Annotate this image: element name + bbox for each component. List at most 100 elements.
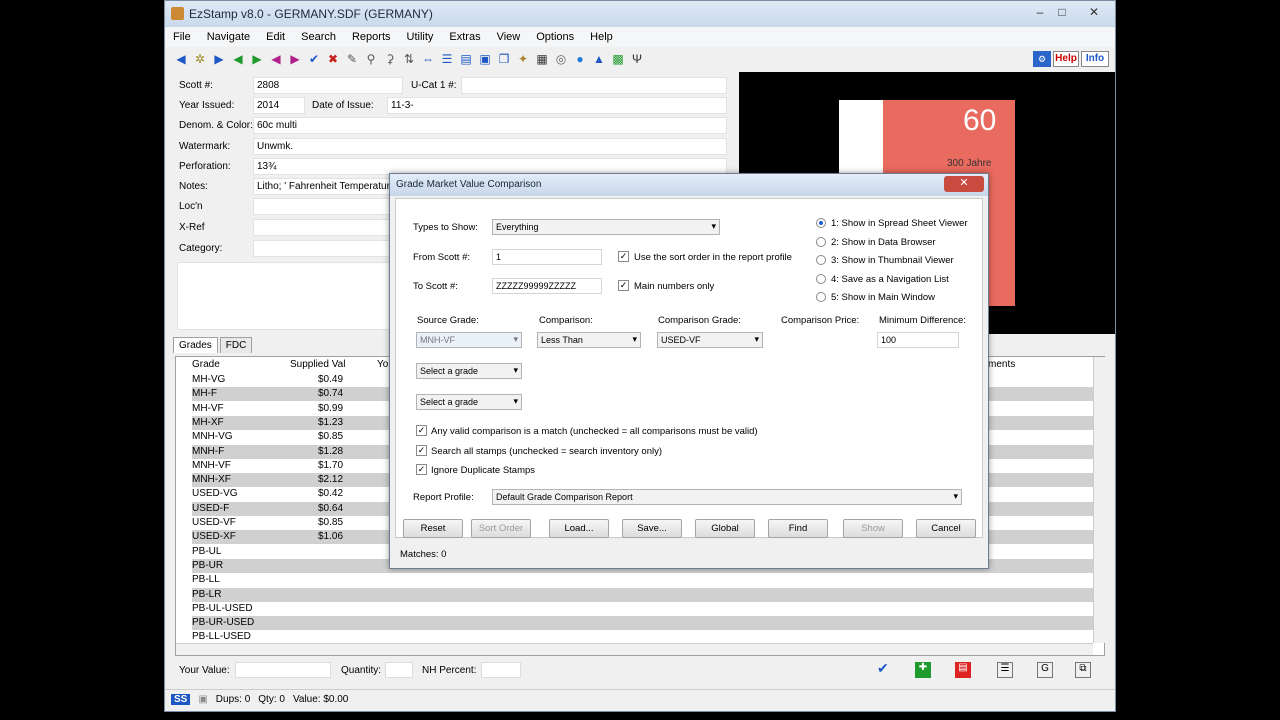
- fork-icon[interactable]: Ψ: [629, 51, 645, 67]
- reset-button[interactable]: Reset: [403, 519, 463, 538]
- scott-field[interactable]: 2808: [253, 77, 403, 94]
- lock-icon[interactable]: ▣: [198, 694, 207, 705]
- menu-options[interactable]: Options: [528, 31, 582, 43]
- menu-view[interactable]: View: [489, 31, 529, 43]
- prev-green-icon[interactable]: ◀: [230, 51, 246, 67]
- search-all-checkbox[interactable]: ✓: [416, 445, 427, 456]
- forward-arrow-icon[interactable]: ▶: [211, 51, 227, 67]
- g-icon[interactable]: G: [1037, 662, 1053, 678]
- vertical-scrollbar[interactable]: [1093, 357, 1105, 643]
- quantity-field[interactable]: [385, 662, 413, 678]
- sort-order-checkbox[interactable]: ✓: [618, 251, 629, 262]
- any-valid-checkbox[interactable]: ✓: [416, 425, 427, 436]
- image-icon[interactable]: ▣: [477, 51, 493, 67]
- table-row[interactable]: PB-UR-USED: [192, 616, 1100, 631]
- filter-x-icon[interactable]: ⚳: [382, 51, 398, 67]
- year-field[interactable]: 2014: [253, 97, 305, 114]
- find-button[interactable]: Find: [768, 519, 828, 538]
- copy-icon[interactable]: ❐: [496, 51, 512, 67]
- menu-utility[interactable]: Utility: [399, 31, 442, 43]
- your-value-field[interactable]: [235, 662, 331, 678]
- window-icon[interactable]: ⧉: [1075, 662, 1091, 678]
- gear-icon[interactable]: ✲: [192, 51, 208, 67]
- filter-icon[interactable]: ⚲: [363, 51, 379, 67]
- globe-icon[interactable]: ◎: [553, 51, 569, 67]
- close-button[interactable]: ✕: [1083, 5, 1105, 21]
- save-button[interactable]: Save...: [622, 519, 682, 538]
- nh-field[interactable]: [481, 662, 521, 678]
- horizontal-scrollbar[interactable]: [176, 643, 1093, 655]
- next-purple-icon[interactable]: ▶: [287, 51, 303, 67]
- menu-edit[interactable]: Edit: [258, 31, 293, 43]
- settings-icon[interactable]: ⚙: [1033, 51, 1051, 67]
- minimize-button[interactable]: –: [1029, 5, 1051, 21]
- next-green-icon[interactable]: ▶: [249, 51, 265, 67]
- col-comments[interactable]: ments: [988, 359, 1015, 370]
- dialog-close-button[interactable]: ✕: [944, 176, 984, 192]
- ucat-field[interactable]: [461, 77, 727, 94]
- excel-icon[interactable]: ✚: [915, 662, 931, 678]
- col-grade[interactable]: Grade: [192, 359, 220, 370]
- pdf-icon[interactable]: ▤: [955, 662, 971, 678]
- table-row[interactable]: PB-LR: [192, 587, 1100, 602]
- maximize-button[interactable]: □: [1051, 5, 1073, 21]
- link-icon[interactable]: ⇔: [420, 51, 436, 67]
- comparison-grade-select[interactable]: USED-VF: [657, 332, 763, 348]
- report-profile-select[interactable]: Default Grade Comparison Report: [492, 489, 962, 505]
- menu-extras[interactable]: Extras: [441, 31, 488, 43]
- stamp-icon[interactable]: ✦: [515, 51, 531, 67]
- doi-field[interactable]: 11-3-: [387, 97, 727, 114]
- list-view-icon[interactable]: ☰: [997, 662, 1013, 678]
- menu-search[interactable]: Search: [293, 31, 344, 43]
- ss-icon[interactable]: SS: [171, 694, 191, 705]
- menu-file[interactable]: File: [165, 31, 199, 43]
- source-grade-select[interactable]: MNH-VF: [416, 332, 522, 348]
- comparison-select[interactable]: Less Than: [537, 332, 641, 348]
- col-your-value[interactable]: Yo: [377, 359, 388, 370]
- sort-order-button[interactable]: Sort Order: [471, 519, 531, 538]
- drop-icon[interactable]: ●: [572, 51, 588, 67]
- help-button[interactable]: Help: [1053, 51, 1079, 67]
- menu-help[interactable]: Help: [582, 31, 621, 43]
- radio-thumbnail[interactable]: [816, 255, 826, 265]
- denom-field[interactable]: 60c multi: [253, 117, 727, 134]
- main-numbers-checkbox[interactable]: ✓: [618, 280, 629, 291]
- cancel-button[interactable]: Cancel: [916, 519, 976, 538]
- info-button[interactable]: Info: [1081, 51, 1109, 67]
- report-icon[interactable]: ▤: [458, 51, 474, 67]
- menu-navigate[interactable]: Navigate: [199, 31, 258, 43]
- table-row[interactable]: PB-UL-USED: [192, 602, 1100, 616]
- prev-purple-icon[interactable]: ◀: [268, 51, 284, 67]
- global-button[interactable]: Global: [695, 519, 755, 538]
- eraser-icon[interactable]: ✎: [344, 51, 360, 67]
- grade-select-2[interactable]: Select a grade: [416, 363, 522, 379]
- to-field[interactable]: ZZZZZ99999ZZZZZ: [492, 278, 602, 294]
- table-row[interactable]: PB-LL: [192, 573, 1100, 587]
- from-field[interactable]: 1: [492, 249, 602, 265]
- palette-icon[interactable]: ▩: [610, 51, 626, 67]
- watermark-field[interactable]: Unwmk.: [253, 138, 727, 155]
- back-arrow-icon[interactable]: ◀: [173, 51, 189, 67]
- show-button[interactable]: Show: [843, 519, 903, 538]
- grade-select-3[interactable]: Select a grade: [416, 394, 522, 410]
- comparison-label: Comparison:: [539, 315, 593, 326]
- col-supplied[interactable]: Supplied Val: [290, 359, 345, 370]
- list-icon[interactable]: ☰: [439, 51, 455, 67]
- sort-icon[interactable]: ⇅: [401, 51, 417, 67]
- grid-icon[interactable]: ▦: [534, 51, 550, 67]
- check-icon[interactable]: ✔: [877, 660, 889, 677]
- triangle-icon[interactable]: ▲: [591, 51, 607, 67]
- min-diff-field[interactable]: 100: [877, 332, 959, 348]
- delete-icon[interactable]: ✖: [325, 51, 341, 67]
- radio-data-browser[interactable]: [816, 237, 826, 247]
- checkmark-icon[interactable]: ✔: [306, 51, 322, 67]
- tab-fdc[interactable]: FDC: [219, 337, 253, 353]
- ignore-dup-checkbox[interactable]: ✓: [416, 464, 427, 475]
- types-select[interactable]: Everything: [492, 219, 720, 235]
- radio-main-window[interactable]: [816, 292, 826, 302]
- menu-reports[interactable]: Reports: [344, 31, 399, 43]
- radio-spreadsheet[interactable]: [816, 218, 826, 228]
- load-button[interactable]: Load...: [549, 519, 609, 538]
- tab-grades[interactable]: Grades: [173, 337, 218, 353]
- radio-nav-list[interactable]: [816, 274, 826, 284]
